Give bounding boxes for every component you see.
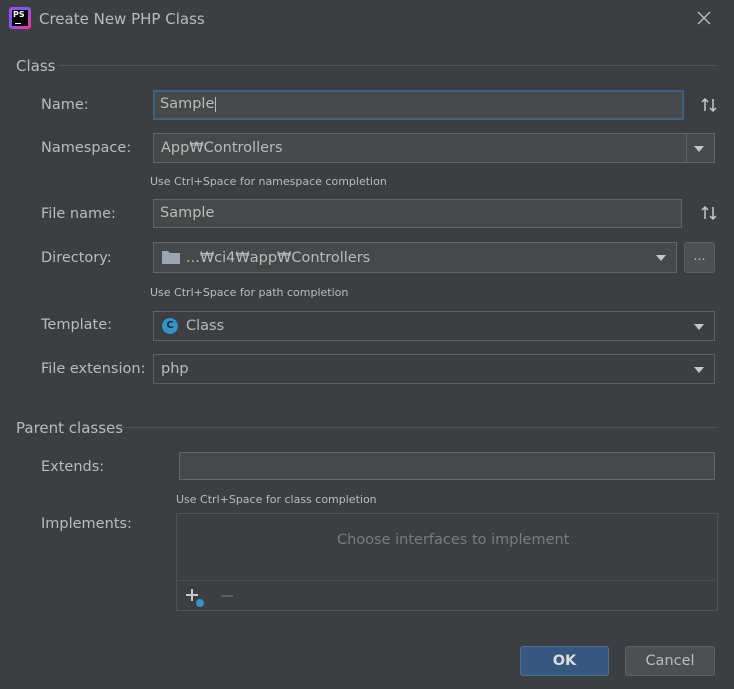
extends-hint: Use Ctrl+Space for class completion	[176, 493, 377, 506]
chevron-down-icon[interactable]	[694, 367, 704, 373]
browse-directory-button[interactable]: ...	[684, 242, 715, 273]
toolbar-divider	[177, 580, 717, 581]
file-extension-label: File extension:	[41, 361, 146, 377]
file-name-label: File name:	[41, 206, 116, 222]
remove-interface-icon[interactable]	[219, 588, 235, 604]
window-title: Create New PHP Class	[39, 10, 205, 28]
chevron-down-icon[interactable]	[656, 255, 666, 261]
section-divider	[58, 65, 717, 66]
combo-separator	[686, 134, 687, 162]
namespace-combo[interactable]: App₩Controllers	[153, 133, 715, 163]
title-bar: PS Create New PHP Class	[0, 0, 734, 38]
add-interface-icon[interactable]	[185, 588, 205, 608]
file-extension-value: php	[161, 361, 189, 377]
file-extension-combo[interactable]: php	[153, 354, 715, 384]
directory-hint: Use Ctrl+Space for path completion	[150, 286, 349, 299]
implements-label: Implements:	[41, 516, 132, 532]
ok-button[interactable]: OK	[520, 646, 609, 676]
parent-classes-section-title: Parent classes	[16, 419, 124, 437]
directory-label: Directory:	[41, 250, 112, 266]
directory-value: ...₩ci4₩app₩Controllers	[186, 250, 371, 266]
extends-label: Extends:	[41, 459, 105, 475]
name-input[interactable]: Sample	[153, 90, 684, 120]
implements-list[interactable]: Choose interfaces to implement	[176, 513, 718, 611]
class-section-title: Class	[16, 57, 56, 75]
folder-icon	[162, 251, 180, 264]
template-label: Template:	[41, 317, 113, 333]
file-name-input[interactable]: Sample	[153, 199, 682, 228]
template-combo[interactable]: C Class	[153, 311, 715, 341]
name-label: Name:	[41, 97, 89, 113]
chevron-down-icon[interactable]	[694, 146, 704, 152]
cancel-button[interactable]: Cancel	[625, 646, 715, 676]
namespace-label: Namespace:	[41, 140, 132, 156]
text-caret	[215, 96, 217, 112]
section-divider	[118, 427, 717, 428]
phpstorm-app-icon: PS	[9, 7, 31, 29]
swap-filename-icon[interactable]	[700, 204, 718, 222]
directory-combo[interactable]: ...₩ci4₩app₩Controllers	[153, 242, 677, 273]
close-icon[interactable]	[695, 9, 713, 27]
namespace-value: App₩Controllers	[161, 140, 283, 156]
php-class-icon: C	[162, 318, 178, 334]
namespace-hint: Use Ctrl+Space for namespace completion	[150, 175, 387, 188]
swap-name-filename-icon[interactable]	[700, 96, 718, 114]
template-value: Class	[186, 318, 225, 334]
implements-empty-text: Choose interfaces to implement	[337, 532, 570, 548]
chevron-down-icon[interactable]	[694, 324, 704, 330]
extends-input[interactable]	[179, 452, 715, 480]
